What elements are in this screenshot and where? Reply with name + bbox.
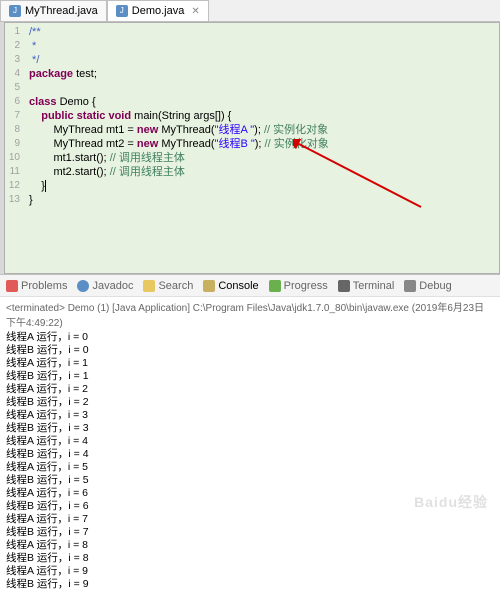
- console-line: 线程A 运行，i = 9: [6, 565, 494, 578]
- console-line: 线程A 运行，i = 2: [6, 383, 494, 396]
- code-line[interactable]: }: [29, 179, 499, 193]
- console-line: 线程A 运行，i = 5: [6, 461, 494, 474]
- console-line: 线程A 运行，i = 1: [6, 357, 494, 370]
- view-tab-terminal[interactable]: Terminal: [338, 280, 395, 292]
- watermark: Baidu经验: [414, 492, 488, 512]
- view-label: Search: [158, 280, 193, 292]
- editor-tab[interactable]: J Demo.java ✕: [107, 0, 209, 21]
- view-tab-search[interactable]: Search: [143, 280, 193, 292]
- console-line: 线程A 运行，i = 8: [6, 539, 494, 552]
- code-editor[interactable]: 12345678910111213 /** * */package test; c…: [4, 22, 500, 274]
- line-gutter: 12345678910111213: [5, 23, 23, 273]
- code-line[interactable]: MyThread mt1 = new MyThread("线程A "); // …: [29, 123, 499, 137]
- tab-label: Demo.java: [132, 5, 185, 17]
- view-label: Terminal: [353, 280, 395, 292]
- problems-icon: [6, 280, 18, 292]
- console-line: 线程B 运行，i = 9: [6, 578, 494, 591]
- code-line[interactable]: mt2.start(); // 调用线程主体: [29, 165, 499, 179]
- view-tab-console[interactable]: Console: [203, 280, 258, 292]
- view-tab-problems[interactable]: Problems: [6, 280, 67, 292]
- view-tab-javadoc[interactable]: Javadoc: [77, 280, 133, 292]
- console-line: 线程B 运行，i = 4: [6, 448, 494, 461]
- tab-label: MyThread.java: [25, 5, 98, 17]
- javadoc-icon: [77, 280, 89, 292]
- view-label: Problems: [21, 280, 67, 292]
- view-tab-debug[interactable]: Debug: [404, 280, 451, 292]
- view-label: Debug: [419, 280, 451, 292]
- code-line[interactable]: [29, 81, 499, 95]
- bottom-view-tabs: Problems Javadoc Search Console Progress Term…: [0, 274, 500, 296]
- console-line: 线程A 运行，i = 0: [6, 331, 494, 344]
- view-label: Javadoc: [92, 280, 133, 292]
- console-line: 线程B 运行，i = 1: [6, 370, 494, 383]
- code-line[interactable]: MyThread mt2 = new MyThread("线程B "); // …: [29, 137, 499, 151]
- console-line: 线程B 运行，i = 3: [6, 422, 494, 435]
- java-file-icon: J: [9, 5, 21, 17]
- code-line[interactable]: */: [29, 53, 499, 67]
- close-icon[interactable]: ✕: [191, 6, 199, 17]
- console-line: 线程B 运行，i = 0: [6, 344, 494, 357]
- code-line[interactable]: public static void main(String args[]) {: [29, 109, 499, 123]
- console-line: 线程B 运行，i = 5: [6, 474, 494, 487]
- view-tab-progress[interactable]: Progress: [269, 280, 328, 292]
- terminal-icon: [338, 280, 350, 292]
- code-line[interactable]: class Demo {: [29, 95, 499, 109]
- code-area[interactable]: /** * */package test; class Demo { public…: [23, 23, 499, 273]
- console-output[interactable]: 线程A 运行，i = 0线程B 运行，i = 0线程A 运行，i = 1线程B …: [0, 331, 500, 591]
- editor-wrap: 12345678910111213 /** * */package test; c…: [0, 22, 500, 274]
- console-icon: [203, 280, 215, 292]
- code-line[interactable]: /**: [29, 25, 499, 39]
- progress-icon: [269, 280, 281, 292]
- editor-tab[interactable]: J MyThread.java: [0, 0, 107, 21]
- view-label: Console: [218, 280, 258, 292]
- code-line[interactable]: package test;: [29, 67, 499, 81]
- debug-icon: [404, 280, 416, 292]
- code-line[interactable]: *: [29, 39, 499, 53]
- console-line: 线程B 运行，i = 7: [6, 526, 494, 539]
- code-line[interactable]: mt1.start(); // 调用线程主体: [29, 151, 499, 165]
- code-line[interactable]: }: [29, 193, 499, 207]
- console-line: 线程A 运行，i = 4: [6, 435, 494, 448]
- console-header: <terminated> Demo (1) [Java Application]…: [0, 296, 500, 331]
- search-icon: [143, 280, 155, 292]
- console-line: 线程B 运行，i = 2: [6, 396, 494, 409]
- editor-tabs: J MyThread.java J Demo.java ✕: [0, 0, 500, 22]
- console-line: 线程A 运行，i = 3: [6, 409, 494, 422]
- console-line: 线程B 运行，i = 8: [6, 552, 494, 565]
- view-label: Progress: [284, 280, 328, 292]
- java-file-icon: J: [116, 5, 128, 17]
